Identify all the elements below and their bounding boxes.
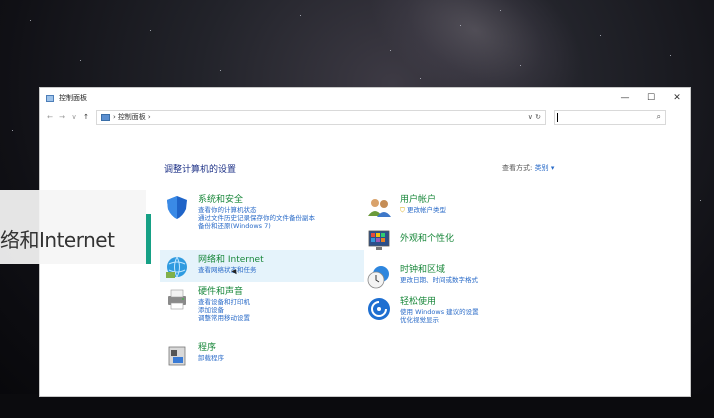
back-button[interactable]: ← bbox=[44, 113, 56, 121]
category-programs: 程序 卸载程序 bbox=[164, 342, 224, 368]
search-icon[interactable]: ⌕ bbox=[657, 112, 661, 122]
category-clock-region: 时钟和区域 更改日期、时间或数字格式 bbox=[366, 264, 478, 290]
address-separator: › bbox=[113, 113, 116, 121]
category-appearance: 外观和个性化 bbox=[366, 228, 454, 254]
category-link[interactable]: 备份和还原(Windows 7) bbox=[198, 222, 315, 230]
address-dropdown-refresh[interactable]: ∨ ↻ bbox=[528, 113, 541, 121]
caption-accent-bar bbox=[146, 214, 151, 264]
category-user-accounts: 用户帐户 ⛉ 更改帐户类型 bbox=[366, 194, 446, 220]
category-link[interactable]: 通过文件历史记录保存你的文件备份副本 bbox=[198, 214, 315, 222]
text-caret bbox=[557, 112, 558, 122]
category-link[interactable]: 优化视觉显示 bbox=[400, 316, 479, 324]
minimize-button[interactable]: — bbox=[612, 88, 638, 108]
caption-text: 络和Internet bbox=[0, 228, 115, 252]
category-title[interactable]: 轻松使用 bbox=[400, 296, 479, 308]
address-row: ← → ∨ ↑ › 控制面板 › ∨ ↻ ⌕ bbox=[40, 108, 690, 126]
close-button[interactable]: ✕ bbox=[664, 88, 690, 108]
clock-globe-icon bbox=[367, 266, 389, 289]
category-link[interactable]: 使用 Windows 建议的设置 bbox=[400, 308, 479, 316]
window-title: 控制面板 bbox=[59, 94, 87, 102]
view-by: 查看方式: 类别 ▾ bbox=[502, 163, 554, 173]
category-link[interactable]: ⛉ 更改帐户类型 bbox=[400, 206, 446, 214]
monitor-colors-icon bbox=[368, 230, 390, 250]
address-bar[interactable]: › 控制面板 › ∨ ↻ bbox=[96, 109, 546, 125]
category-system-security: 系统和安全 查看你的计算机状态 通过文件历史记录保存你的文件备份副本 备份和还原… bbox=[164, 194, 315, 230]
breadcrumb-control-panel[interactable]: 控制面板 bbox=[118, 112, 146, 122]
uac-shield-icon: ⛉ bbox=[400, 206, 405, 214]
search-input[interactable]: ⌕ bbox=[554, 109, 666, 125]
category-link[interactable]: 更改日期、时间或数字格式 bbox=[400, 276, 478, 284]
category-title[interactable]: 外观和个性化 bbox=[400, 228, 454, 250]
category-link[interactable]: 卸载程序 bbox=[198, 354, 224, 362]
maximize-button[interactable]: ☐ bbox=[638, 88, 664, 108]
shield-icon bbox=[167, 196, 187, 219]
category-link[interactable]: 查看你的计算机状态 bbox=[198, 206, 315, 214]
category-link[interactable]: 查看设备和打印机 bbox=[198, 298, 250, 306]
category-title[interactable]: 用户帐户 bbox=[400, 194, 446, 206]
page-title: 调整计算机的设置 bbox=[164, 165, 237, 175]
category-link[interactable]: 添加设备 bbox=[198, 306, 250, 314]
category-ease-of-access: 轻松使用 使用 Windows 建议的设置 优化视觉显示 bbox=[366, 296, 479, 324]
category-title[interactable]: 硬件和声音 bbox=[198, 286, 250, 298]
programs-icon bbox=[168, 346, 186, 366]
category-title[interactable]: 系统和安全 bbox=[198, 194, 315, 206]
view-by-dropdown[interactable]: 类别 ▾ bbox=[535, 164, 555, 172]
printer-icon bbox=[168, 289, 186, 310]
breadcrumb-chevron[interactable]: › bbox=[148, 113, 151, 121]
recent-locations-button[interactable]: ∨ bbox=[68, 113, 80, 121]
view-by-label: 查看方式: bbox=[502, 164, 533, 172]
category-link[interactable]: 调整常用移动设置 bbox=[198, 314, 250, 322]
category-title[interactable]: 程序 bbox=[198, 342, 224, 354]
users-icon bbox=[368, 199, 391, 217]
forward-button[interactable]: → bbox=[56, 113, 68, 121]
category-network-internet[interactable]: 网络和 Internet 查看网络状态和任务 bbox=[160, 250, 364, 282]
category-title[interactable]: 网络和 Internet bbox=[198, 254, 264, 266]
folder-icon bbox=[101, 113, 110, 121]
category-hardware-sound: 硬件和声音 查看设备和打印机 添加设备 调整常用移动设置 bbox=[164, 286, 250, 322]
control-panel-icon bbox=[46, 94, 54, 102]
network-globe-icon bbox=[166, 256, 187, 278]
up-button[interactable]: ↑ bbox=[80, 113, 92, 121]
category-title[interactable]: 时钟和区域 bbox=[400, 264, 478, 276]
title-bar[interactable]: 控制面板 — ☐ ✕ bbox=[40, 88, 690, 108]
taskbar-strip bbox=[0, 394, 714, 418]
category-link-text: 更改帐户类型 bbox=[406, 206, 446, 214]
ease-of-access-icon bbox=[368, 298, 390, 320]
